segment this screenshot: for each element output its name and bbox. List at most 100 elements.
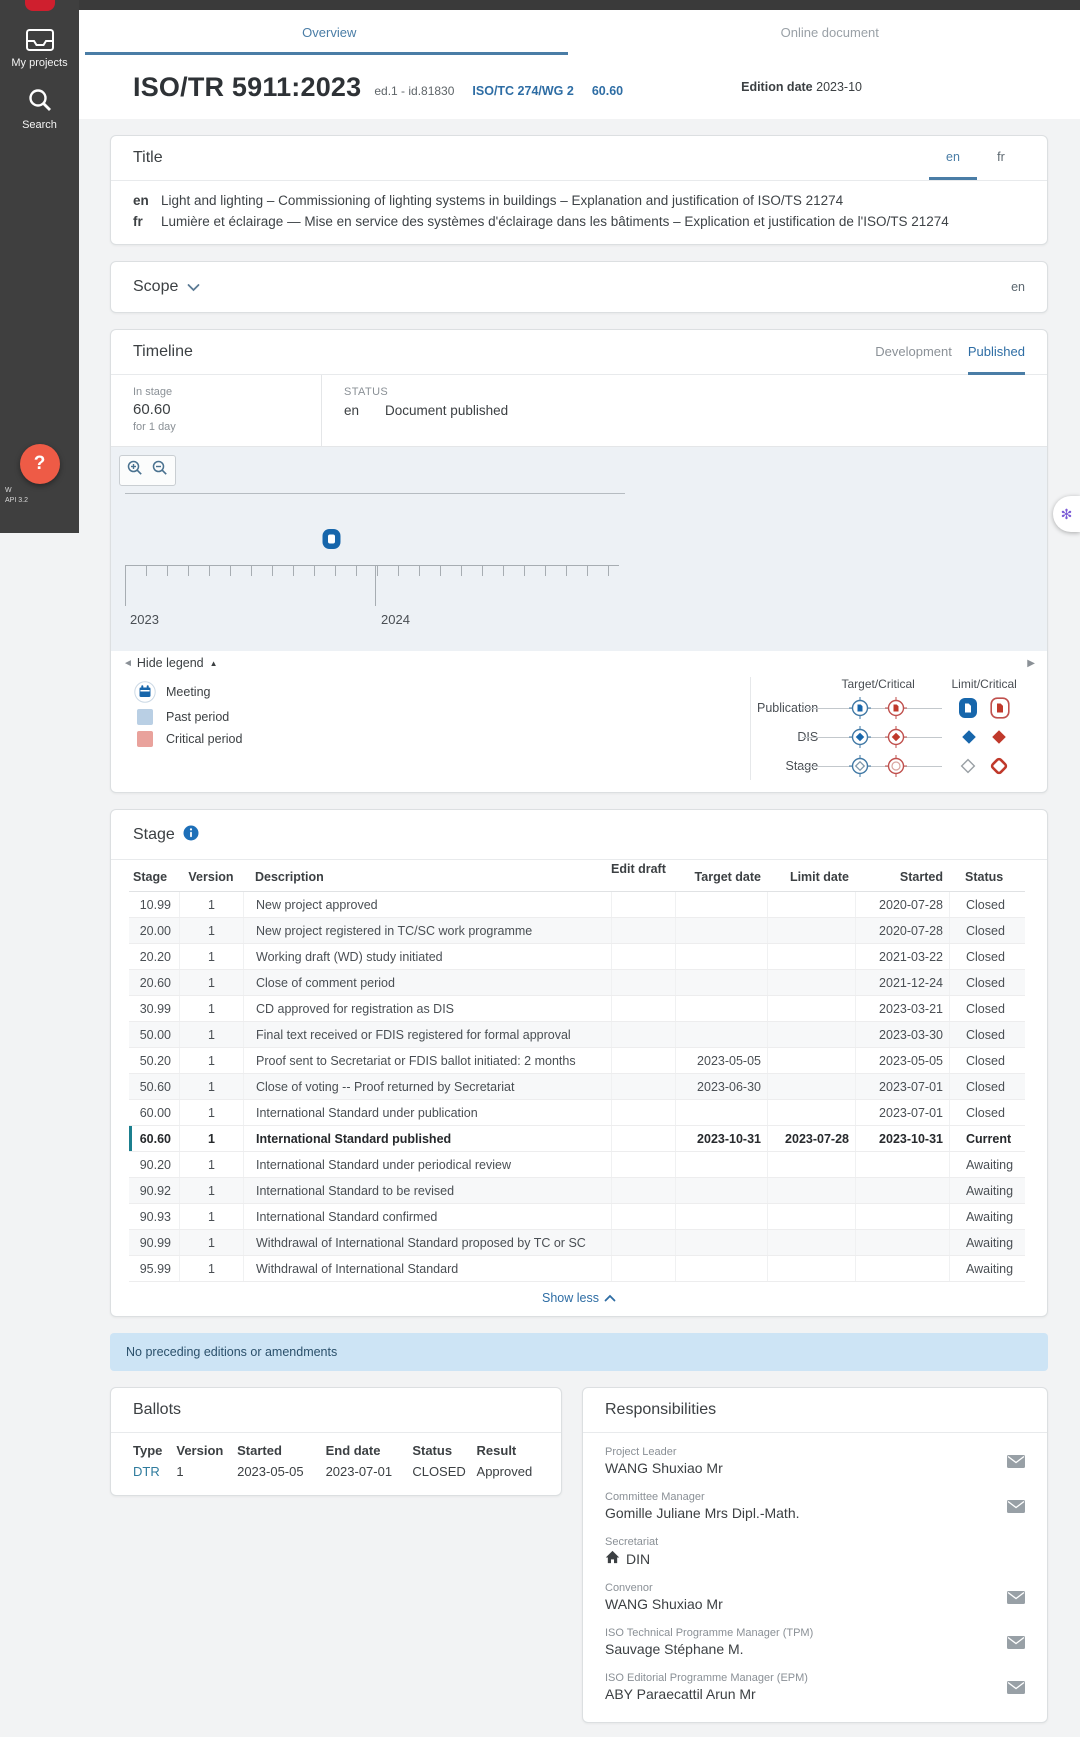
projects-tray-icon — [0, 28, 79, 52]
ballot-started: 2023-05-05 — [237, 1464, 325, 1479]
timeline-info-row: In stage 60.60 for 1 day STATUS en Docum… — [111, 375, 1047, 446]
search-icon — [0, 86, 79, 114]
timeline-chart[interactable]: 2023 2024 — [111, 446, 1047, 651]
stage-table-row: 90.931International Standard confirmedAw… — [129, 1204, 1025, 1230]
envelope-icon[interactable] — [1007, 1681, 1025, 1694]
stage-cell-started — [855, 1152, 949, 1177]
publication-marker[interactable] — [321, 527, 342, 556]
stage-cell-target_date — [675, 1256, 767, 1281]
legend-col-limit: Limit/Critical — [940, 677, 1028, 691]
stage-code-link[interactable]: 60.60 — [592, 84, 623, 98]
stage-cell-description: International Standard confirmed — [243, 1204, 611, 1229]
legend-row-stage: Stage — [757, 751, 1028, 780]
stage-cell-status: Awaiting — [949, 1178, 1025, 1203]
col-end-date: End date — [326, 1443, 413, 1458]
stage-cell-status: Current — [949, 1126, 1025, 1151]
scope-lang: en — [1011, 280, 1025, 294]
top-bar — [0, 0, 1080, 10]
responsibility-role: ISO Editorial Programme Manager (EPM) — [605, 1672, 1007, 1684]
responsibility-item: ConvenorWANG Shuxiao Mr — [583, 1575, 1047, 1620]
stage-table-row: 50.601Close of voting -- Proof returned … — [129, 1074, 1025, 1100]
ballot-type-link[interactable]: DTR — [133, 1464, 176, 1479]
col-started: Started — [855, 862, 949, 891]
lang-tab-fr[interactable]: fr — [977, 150, 1025, 180]
stage-cell-started: 2020-07-28 — [855, 918, 949, 943]
stage-cell-edit_draft — [611, 1126, 675, 1151]
active-tab-underline — [85, 52, 568, 55]
limit-publication-blue-icon — [958, 697, 978, 719]
envelope-icon[interactable] — [1007, 1500, 1025, 1513]
stage-table-row: 20.601Close of comment period2021-12-24C… — [129, 970, 1025, 996]
limit-stage-red-icon — [989, 756, 1009, 776]
stage-cell-edit_draft — [611, 1178, 675, 1203]
ballot-row: DTR 1 2023-05-05 2023-07-01 CLOSED Appro… — [133, 1464, 539, 1479]
limit-dis-blue-icon — [960, 728, 978, 746]
stage-cell-started — [855, 1204, 949, 1229]
stage-cell-limit_date — [767, 996, 855, 1021]
sidebar-item-my-projects[interactable]: My projects — [0, 28, 79, 69]
scroll-right-icon[interactable]: ▶ — [1027, 658, 1035, 669]
info-banner: No preceding editions or amendments — [110, 1333, 1048, 1371]
stage-cell-started: 2020-07-28 — [855, 892, 949, 917]
stage-table-row: 50.001Final text received or FDIS regist… — [129, 1022, 1025, 1048]
api-version-note: W API 3.2 — [5, 486, 28, 506]
edition-date-label: Edition date — [741, 80, 813, 94]
stage-cell-target_date — [675, 1230, 767, 1255]
stage-cell-description: Working draft (WD) study initiated — [243, 944, 611, 969]
stage-cell-status: Closed — [949, 1048, 1025, 1073]
page-content: Title en fr en Light and lighting – Comm… — [79, 119, 1080, 1737]
envelope-icon[interactable] — [1007, 1591, 1025, 1604]
committee-link[interactable]: ISO/TC 274/WG 2 — [472, 84, 573, 98]
responsibility-item: Project LeaderWANG Shuxiao Mr — [583, 1439, 1047, 1484]
hide-legend-link[interactable]: Hide legend ▲ — [137, 656, 218, 670]
zoom-in-icon[interactable] — [127, 460, 143, 481]
sidebar-item-search[interactable]: Search — [0, 86, 79, 131]
stage-cell-limit_date: 2023-07-28 — [767, 1126, 855, 1151]
envelope-icon[interactable] — [1007, 1455, 1025, 1468]
tab-online-document[interactable]: Online document — [580, 10, 1080, 55]
stage-table-row: 95.991Withdrawal of International Standa… — [129, 1256, 1025, 1282]
stage-cell-edit_draft — [611, 1152, 675, 1177]
title-lang-label: en — [133, 193, 161, 208]
col-version: Version — [179, 862, 243, 891]
critical-dis-red-icon — [884, 725, 908, 749]
toggle-published[interactable]: Published — [968, 344, 1025, 375]
stage-cell-started: 2023-05-05 — [855, 1048, 949, 1073]
stage-table-row: 20.001New project registered in TC/SC wo… — [129, 918, 1025, 944]
stage-cell-limit_date — [767, 1022, 855, 1047]
lang-tab-en[interactable]: en — [929, 150, 977, 180]
zoom-out-icon[interactable] — [152, 460, 168, 481]
stage-cell-edit_draft — [611, 1074, 675, 1099]
stage-table: Stage Version Description Edit draft Tar… — [111, 860, 1047, 1282]
stage-cell-limit_date — [767, 1048, 855, 1073]
responsibility-role: Secretariat — [605, 1536, 1025, 1548]
responsibility-role: Project Leader — [605, 1446, 1007, 1458]
home-icon — [605, 1550, 620, 1567]
stage-cell-stage: 50.20 — [129, 1048, 179, 1073]
language-tabs: en fr — [929, 150, 1025, 166]
info-icon[interactable] — [183, 825, 199, 846]
col-version: Version — [176, 1443, 237, 1458]
stage-cell-version: 1 — [179, 1126, 243, 1151]
stage-cell-target_date: 2023-10-31 — [675, 1126, 767, 1151]
col-type: Type — [133, 1443, 176, 1458]
timeline-heading: Timeline — [133, 343, 193, 361]
tab-overview[interactable]: Overview — [79, 10, 580, 55]
toggle-development[interactable]: Development — [875, 344, 952, 375]
stage-cell-target_date — [675, 1100, 767, 1125]
triangle-up-icon: ▲ — [210, 659, 218, 668]
timeline-card: Timeline Development Published In stage … — [110, 329, 1048, 793]
stage-cell-limit_date — [767, 1204, 855, 1229]
stage-cell-edit_draft — [611, 1048, 675, 1073]
stage-cell-started: 2023-07-01 — [855, 1100, 949, 1125]
status-text: Document published — [385, 403, 508, 418]
chevron-up-icon — [604, 1294, 616, 1302]
stage-cell-edit_draft — [611, 970, 675, 995]
stage-cell-status: Closed — [949, 944, 1025, 969]
stage-cell-edit_draft — [611, 1256, 675, 1281]
envelope-icon[interactable] — [1007, 1636, 1025, 1649]
help-button[interactable]: ? — [20, 444, 60, 484]
scope-header[interactable]: Scope en — [111, 262, 1047, 312]
scroll-left-icon[interactable]: ◄ — [123, 658, 133, 669]
show-less-link[interactable]: Show less — [111, 1282, 1047, 1316]
